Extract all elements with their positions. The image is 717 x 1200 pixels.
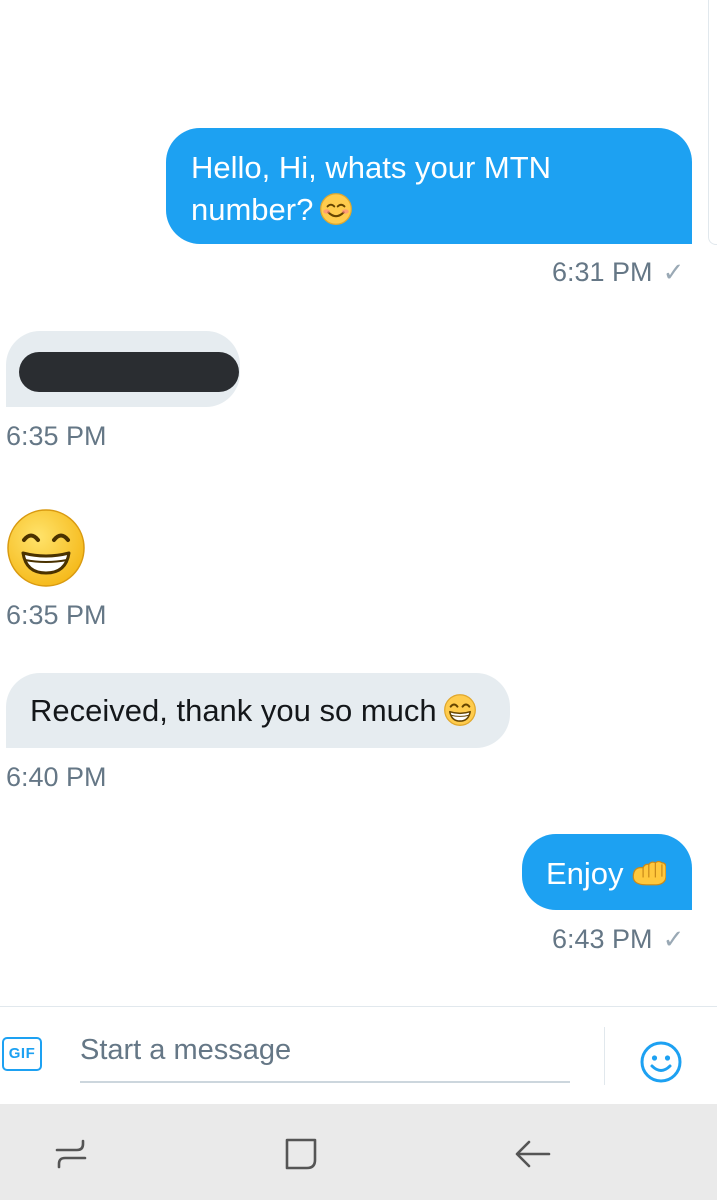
message-text: Received, thank you so much — [30, 693, 437, 728]
message-time: 6:40 PM — [6, 762, 107, 792]
scroll-edge — [708, 0, 717, 245]
grinning-face-icon[interactable] — [6, 508, 86, 588]
message-text-line: Hello, Hi, whats your MTN — [191, 150, 552, 185]
fist-bump-icon — [632, 860, 666, 886]
message-bubble-received[interactable]: Received, thank you so much — [6, 673, 510, 748]
smiling-face-icon — [320, 193, 353, 225]
message-bubble-sent[interactable]: Enjoy — [522, 834, 692, 910]
message-meta: 6:31 PM ✓ — [552, 257, 684, 288]
message-bubble-sent[interactable]: Hello, Hi, whats your MTN number? — [166, 128, 692, 244]
navigation-bar — [0, 1104, 717, 1200]
sent-check-icon: ✓ — [662, 924, 685, 954]
back-icon[interactable] — [511, 1132, 555, 1176]
message-time: 6:31 PM — [552, 257, 653, 287]
sent-check-icon: ✓ — [662, 257, 685, 287]
message-time: 6:35 PM — [6, 600, 107, 630]
grinning-face-icon — [443, 694, 476, 726]
gif-button[interactable]: GIF — [2, 1037, 42, 1071]
message-input[interactable] — [80, 1025, 570, 1083]
message-meta: 6:43 PM ✓ — [552, 924, 684, 955]
smiley-icon[interactable] — [639, 1040, 683, 1084]
message-text: number? — [191, 192, 314, 227]
home-icon[interactable] — [279, 1132, 323, 1176]
conversation-screen: Hello, Hi, whats your MTN number? 6:31 P… — [0, 0, 717, 1200]
recent-apps-icon[interactable] — [49, 1132, 93, 1176]
message-composer: GIF — [0, 1006, 717, 1105]
redacted-phone-number — [19, 352, 239, 392]
composer-divider — [604, 1027, 605, 1085]
message-text: Enjoy — [546, 856, 624, 891]
message-text-line: number? — [191, 189, 667, 231]
message-time: 6:35 PM — [6, 421, 107, 451]
message-time: 6:43 PM — [552, 924, 653, 954]
